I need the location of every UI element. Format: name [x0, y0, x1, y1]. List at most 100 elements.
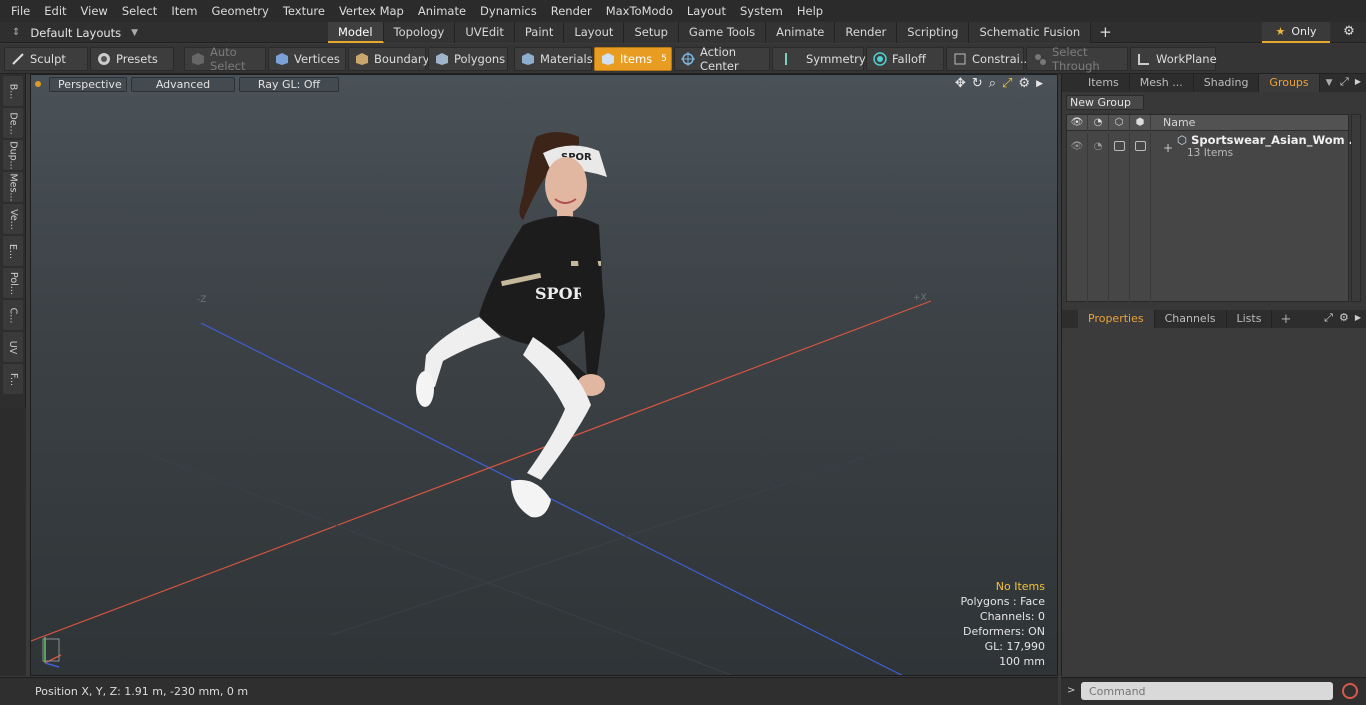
left-tab-4[interactable]: Ve...	[3, 204, 23, 234]
auto-select-button[interactable]: Auto Select	[184, 45, 266, 73]
layouts-icon: ⇕	[12, 27, 21, 38]
panel-tab-groups[interactable]: Groups	[1259, 74, 1320, 92]
select-through-button[interactable]: Select Through	[1026, 45, 1128, 73]
panel-tab-items[interactable]: Items	[1078, 74, 1130, 92]
tab-uvedit[interactable]: UVEdit	[455, 22, 515, 43]
lock-toggle[interactable]	[1109, 133, 1130, 303]
boundary-button[interactable]: Boundary	[348, 46, 429, 71]
lock-icon[interactable]: ⬡	[1109, 114, 1130, 131]
tab-render[interactable]: Render	[835, 22, 898, 43]
expand-icon[interactable]: ⤢	[1340, 75, 1349, 89]
falloff-button[interactable]: Falloff	[866, 46, 944, 71]
menu-help[interactable]: Help	[790, 0, 830, 22]
menu-render[interactable]: Render	[544, 0, 599, 22]
pan-icon[interactable]: ✥	[955, 76, 966, 92]
left-tab-8[interactable]: UV	[3, 332, 23, 362]
record-icon[interactable]	[1342, 683, 1358, 699]
view-mode-button[interactable]: Perspective	[49, 76, 127, 92]
vertices-button[interactable]: Vertices 1	[268, 46, 355, 71]
left-tab-5[interactable]: E...	[3, 236, 23, 266]
command-input[interactable]	[1081, 682, 1333, 700]
raygl-button[interactable]: Ray GL: Off	[239, 76, 339, 92]
expand-icon[interactable]: ⤢	[1324, 311, 1333, 325]
arrow-right-icon[interactable]: ▶	[1355, 311, 1361, 325]
menu-view[interactable]: View	[74, 0, 115, 22]
gear-icon[interactable]: ⚙	[1340, 24, 1358, 42]
left-tab-6[interactable]: Pol...	[3, 268, 23, 298]
tab-topology[interactable]: Topology	[383, 22, 456, 43]
polygons-button[interactable]: Polygons	[428, 46, 508, 71]
add-tab-icon[interactable]: +	[1091, 22, 1120, 43]
tab-model[interactable]: Model	[328, 22, 384, 43]
group-item[interactable]: ⬡ Sportswear_Asian_Wom ... 13 Items	[1177, 133, 1362, 159]
action-center-button[interactable]: Action Center	[674, 45, 770, 73]
menu-geometry[interactable]: Geometry	[205, 0, 276, 22]
groups-scrollbar[interactable]	[1351, 114, 1361, 302]
eye-icon[interactable]: 👁	[1067, 114, 1088, 131]
panel-tab-shading[interactable]: Shading	[1194, 74, 1260, 92]
visibility-toggle[interactable]: 👁	[1067, 133, 1088, 303]
gear-icon[interactable]: ⚙	[1018, 76, 1030, 92]
presets-button[interactable]: Presets	[90, 46, 174, 71]
sculpt-label: Sculpt	[30, 51, 66, 66]
constraints-button[interactable]: Constrai...	[946, 46, 1031, 71]
menu-texture[interactable]: Texture	[276, 0, 332, 22]
tab-setup[interactable]: Setup	[624, 22, 679, 43]
materials-button[interactable]: Materials	[514, 46, 593, 71]
left-tab-1[interactable]: De...	[3, 108, 23, 138]
tab-scripting[interactable]: Scripting	[897, 22, 970, 43]
panel-tab-lists[interactable]: Lists	[1227, 310, 1273, 328]
select-toggle[interactable]	[1130, 133, 1151, 303]
expand-plus-icon[interactable]: +	[1163, 141, 1173, 155]
menu-file[interactable]: File	[4, 0, 37, 22]
panel-tab-mesh[interactable]: Mesh ...	[1130, 74, 1194, 92]
tab-paint[interactable]: Paint	[514, 22, 565, 43]
group-row[interactable]: 👁 ◔ + ⬡ Sportswear_Asian_Wom ... 13 Item…	[1067, 133, 1362, 303]
left-tab-3[interactable]: Mes...	[3, 172, 23, 202]
select-icon[interactable]: ⬢	[1130, 114, 1151, 131]
layouts-dropdown[interactable]: ⇕ Default Layouts ▼	[0, 22, 138, 43]
arrow-right-icon[interactable]: ▶	[1036, 76, 1043, 92]
menu-animate[interactable]: Animate	[411, 0, 473, 22]
chevron-down-icon[interactable]: ▼	[1326, 78, 1333, 88]
new-group-button[interactable]: New Group	[1066, 95, 1144, 110]
add-tab-icon[interactable]: +	[1280, 312, 1291, 327]
tab-schematic-fusion[interactable]: Schematic Fusion	[969, 22, 1092, 43]
menu-maxtomodo[interactable]: MaxToModo	[599, 0, 680, 22]
command-arrow-icon[interactable]: >	[1067, 685, 1075, 696]
advanced-button[interactable]: Advanced	[131, 76, 235, 92]
panel-controls: ⤢ ▶	[1340, 75, 1361, 89]
menu-edit[interactable]: Edit	[37, 0, 73, 22]
tab-layout[interactable]: Layout	[564, 22, 625, 43]
menu-vertex-map[interactable]: Vertex Map	[332, 0, 411, 22]
arrow-right-icon[interactable]: ▶	[1355, 75, 1361, 89]
zoom-icon[interactable]: ⌕	[989, 76, 996, 92]
sculpt-button[interactable]: Sculpt	[4, 46, 88, 71]
menu-dynamics[interactable]: Dynamics	[473, 0, 544, 22]
viewport-menu-dot[interactable]	[35, 81, 41, 87]
left-tab-9[interactable]: F...	[3, 364, 23, 394]
workplane-button[interactable]: WorkPlane	[1130, 46, 1217, 71]
tab-game-tools[interactable]: Game Tools	[678, 22, 767, 43]
symmetry-button[interactable]: Symmetry	[772, 46, 866, 71]
render-icon[interactable]: ◔	[1088, 114, 1109, 131]
render-toggle[interactable]: ◔	[1088, 133, 1109, 303]
menu-system[interactable]: System	[733, 0, 790, 22]
left-tab-2[interactable]: Dup...	[3, 140, 23, 170]
panel-tab-channels[interactable]: Channels	[1155, 310, 1227, 328]
only-button[interactable]: ★ Only	[1262, 22, 1330, 43]
panel-tab-properties[interactable]: Properties	[1078, 310, 1155, 328]
materials-icon	[521, 52, 535, 66]
maximize-icon[interactable]: ⤢	[1002, 76, 1012, 92]
tab-animate[interactable]: Animate	[766, 22, 836, 43]
3d-viewport[interactable]: SPOR SPORT Perspective Advanced Ray GL:	[30, 74, 1058, 676]
left-tab-0[interactable]: B...	[3, 76, 23, 106]
items-button[interactable]: Items 5	[594, 46, 672, 71]
left-tab-7[interactable]: C...	[3, 300, 23, 330]
gear-icon[interactable]: ⚙	[1339, 311, 1349, 325]
menu-item[interactable]: Item	[164, 0, 204, 22]
presets-label: Presets	[116, 51, 158, 66]
menu-select[interactable]: Select	[115, 0, 164, 22]
menu-layout[interactable]: Layout	[680, 0, 733, 22]
rotate-icon[interactable]: ↻	[972, 76, 983, 92]
